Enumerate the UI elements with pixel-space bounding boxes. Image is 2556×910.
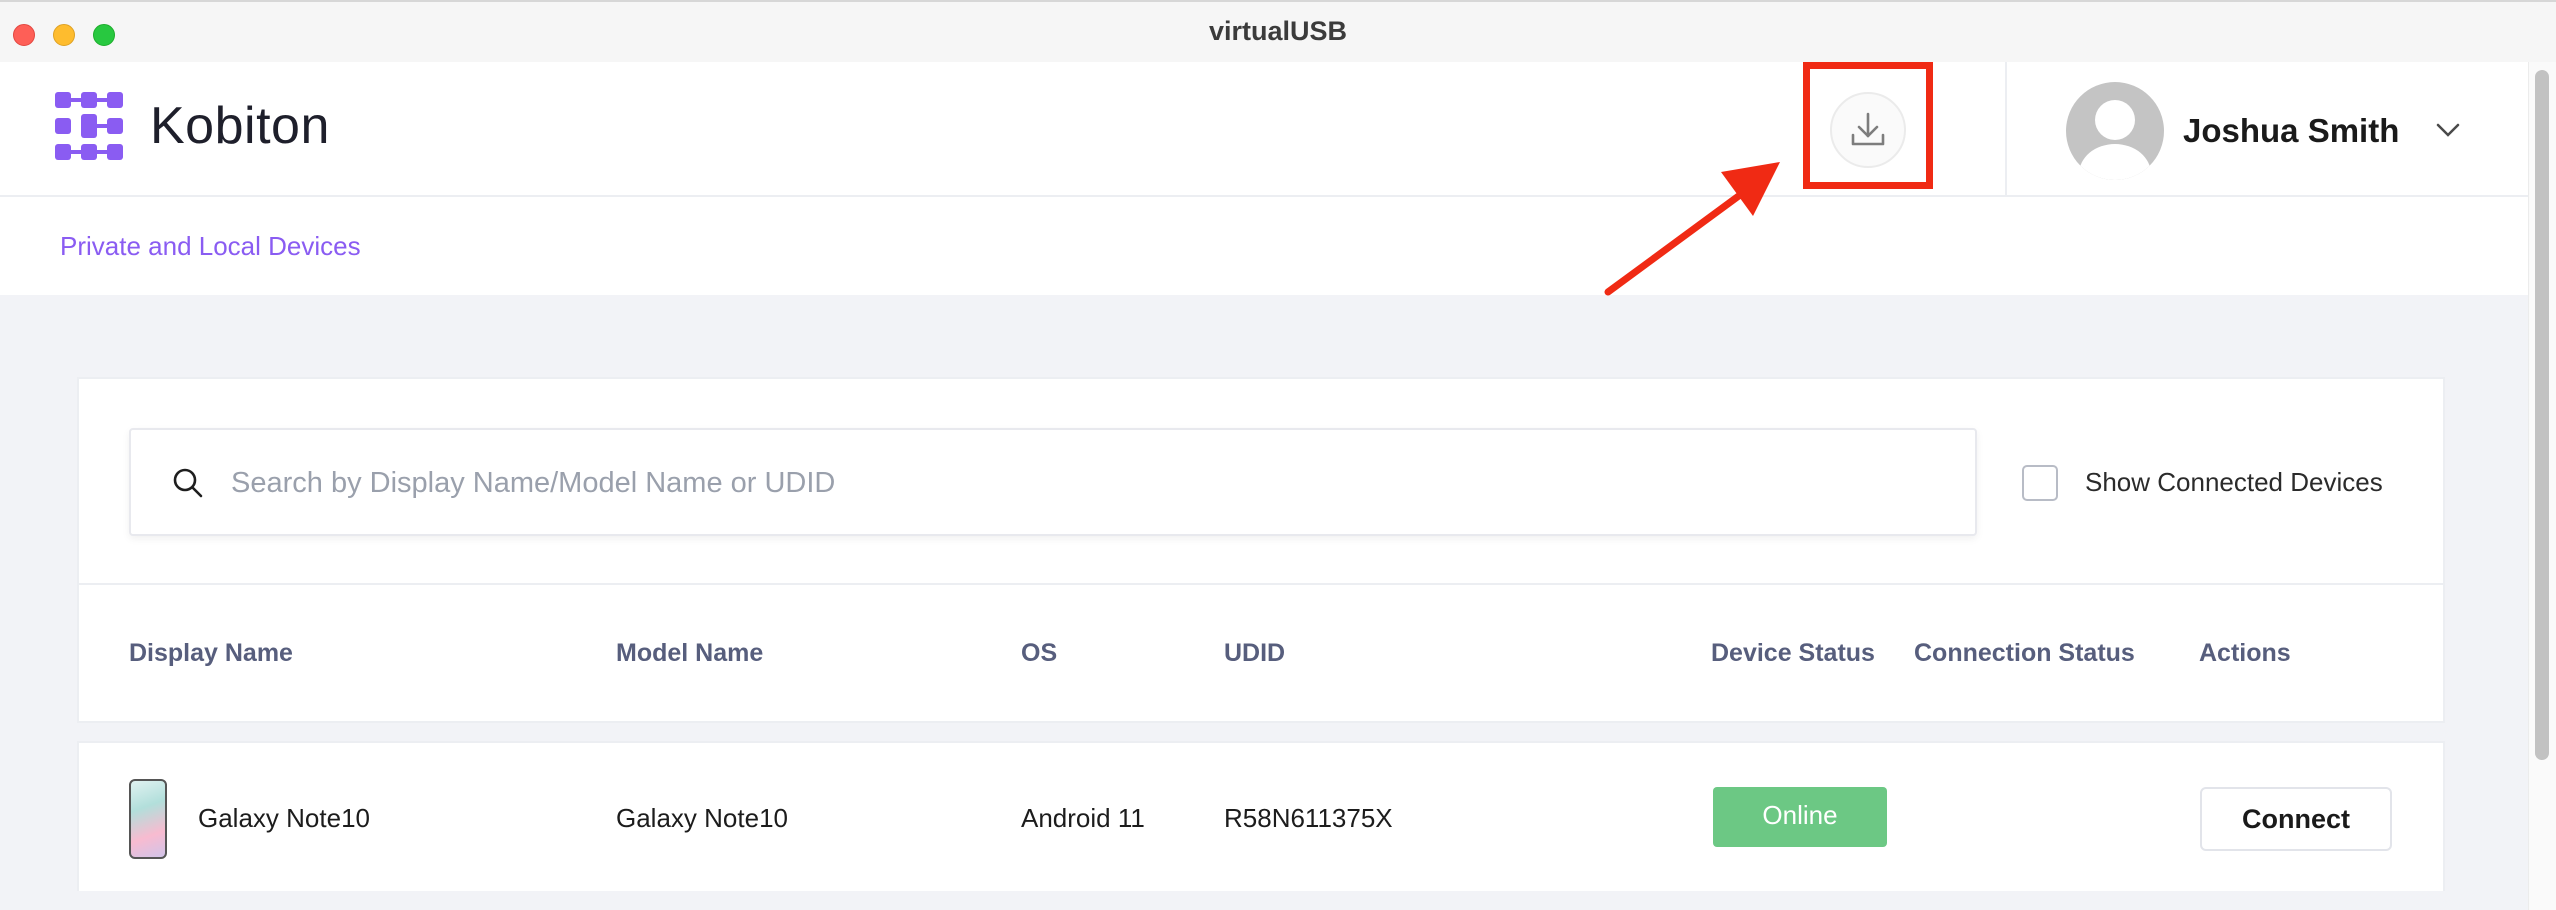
window-titlebar: virtualUSB <box>0 0 2556 62</box>
scrollbar-thumb[interactable] <box>2535 70 2549 760</box>
search-box[interactable] <box>129 428 1977 536</box>
status-badge: Online <box>1713 787 1887 847</box>
scrollbar[interactable] <box>2528 62 2556 910</box>
user-avatar[interactable] <box>2066 82 2164 180</box>
column-header-display-name[interactable]: Display Name <box>129 639 293 668</box>
column-header-device-status[interactable]: Device Status <box>1711 639 1875 668</box>
show-connected-checkbox[interactable] <box>2022 465 2058 501</box>
window-title: virtualUSB <box>1208 16 1348 46</box>
nav-bar: Private and Local Devices <box>0 197 2528 295</box>
phone-thumbnail <box>129 779 167 859</box>
cell-os: Android 11 <box>1021 803 1145 833</box>
app-header: Kobiton Joshua Smith <box>0 62 2528 197</box>
app-logo-text: Kobiton <box>150 97 330 155</box>
connect-button[interactable]: Connect <box>2200 787 2392 851</box>
logo-icon <box>55 92 123 160</box>
chevron-down-icon[interactable] <box>2434 120 2462 140</box>
annotation-highlight-box <box>1803 62 1933 189</box>
cell-model-name: Galaxy Note10 <box>616 803 788 833</box>
cell-udid: R58N611375X <box>1224 803 1393 833</box>
column-header-connection-status[interactable]: Connection Status <box>1914 639 2135 668</box>
cell-display-name: Galaxy Note10 <box>198 803 370 833</box>
column-header-model-name[interactable]: Model Name <box>616 639 763 668</box>
card-divider <box>79 583 2443 585</box>
search-icon <box>173 468 203 498</box>
nav-private-local-devices[interactable]: Private and Local Devices <box>60 231 361 262</box>
show-connected-label[interactable]: Show Connected Devices <box>2085 467 2383 498</box>
avatar-icon <box>2079 100 2151 180</box>
column-header-udid[interactable]: UDID <box>1224 639 1285 668</box>
column-header-os[interactable]: OS <box>1021 639 1057 668</box>
column-header-actions: Actions <box>2199 639 2291 667</box>
devices-card: Show Connected Devices Display Name Mode… <box>77 377 2445 723</box>
user-name[interactable]: Joshua Smith <box>2183 112 2399 150</box>
header-divider <box>2005 62 2007 197</box>
search-input[interactable] <box>231 458 1931 508</box>
table-row[interactable]: Galaxy Note10 Galaxy Note10 Android 11 R… <box>77 741 2445 891</box>
